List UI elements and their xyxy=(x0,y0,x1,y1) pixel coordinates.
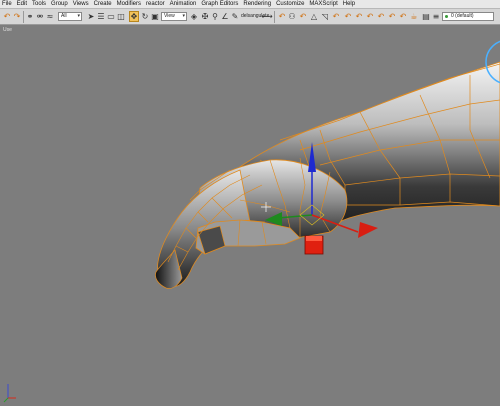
toolbar-separator xyxy=(274,11,275,23)
select-by-name-icon[interactable]: ☰ xyxy=(96,11,106,22)
select-arrow-icon[interactable]: ➤ xyxy=(86,11,96,22)
redo-icon[interactable]: ↷ xyxy=(12,11,22,22)
menu-item-edit[interactable]: Edit xyxy=(17,0,27,9)
menu-item-create[interactable]: Create xyxy=(94,0,112,9)
toolbar-separator xyxy=(23,11,24,23)
move-icon[interactable]: ✥ xyxy=(129,11,139,22)
menu-item-tools[interactable]: Tools xyxy=(32,0,46,9)
gizmo-x-arrow-icon[interactable] xyxy=(358,222,378,238)
triangle-tool-icon[interactable]: △ xyxy=(309,11,319,22)
window-crossing-icon[interactable]: ◫ xyxy=(116,11,126,22)
menu-item-modifiers[interactable]: Modifiers xyxy=(117,0,141,9)
menu-item-rendering[interactable]: Rendering xyxy=(243,0,271,9)
layer-name: 0 (default) xyxy=(451,13,474,19)
render-frame-icon[interactable]: ↶ xyxy=(343,11,353,22)
snap-icon[interactable]: ⚲ xyxy=(210,11,220,22)
rotate-icon[interactable]: ↻ xyxy=(140,11,150,22)
curve-editor-icon[interactable]: ↶ xyxy=(277,11,287,22)
scale-icon[interactable]: ▣ xyxy=(150,11,160,22)
perspective-viewport[interactable] xyxy=(0,25,500,406)
pivot-center-icon[interactable]: ◈ xyxy=(189,11,199,22)
menu-item-file[interactable]: File xyxy=(2,0,12,9)
render-setup-icon[interactable]: ↶ xyxy=(331,11,341,22)
material-editor-icon[interactable]: ↶ xyxy=(298,11,308,22)
layer-visible-icon xyxy=(445,15,448,18)
teapot-icon[interactable]: ☕ xyxy=(409,11,419,22)
quick-render-icon[interactable]: ↶ xyxy=(354,11,364,22)
unlink-icon[interactable]: ⚮ xyxy=(35,11,45,22)
mirror-icon[interactable]: ⟷ xyxy=(261,11,272,22)
layer-dropdown[interactable]: 0 (default) xyxy=(442,12,494,21)
effects-icon[interactable]: ↶ xyxy=(398,11,408,22)
angle-snap-icon[interactable]: ∠ xyxy=(220,11,230,22)
reference-coord-dropdown[interactable]: View xyxy=(161,12,187,21)
gizmo-plane-highlight xyxy=(306,236,322,241)
hand-mesh[interactable] xyxy=(155,61,500,289)
layer-manager-icon[interactable]: ▤ xyxy=(421,11,431,22)
world-axis-tripod-icon xyxy=(3,384,16,403)
layer-list-icon[interactable]: ≡ xyxy=(431,11,441,22)
selection-filter-dropdown[interactable]: All xyxy=(58,12,82,21)
menu-item-views[interactable]: Views xyxy=(73,0,89,9)
wire-tool-icon[interactable]: ◹ xyxy=(320,11,330,22)
menu-item-animation[interactable]: Animation xyxy=(170,0,197,9)
environment-icon[interactable]: ↶ xyxy=(387,11,397,22)
menu-item-graph-editors[interactable]: Graph Editors xyxy=(201,0,238,9)
undo-icon[interactable]: ↶ xyxy=(2,11,12,22)
select-manipulate-icon[interactable]: ✠ xyxy=(200,11,210,22)
bind-space-warp-icon[interactable]: ≈ xyxy=(45,11,55,22)
rectangular-selection-icon[interactable]: ▭ xyxy=(106,11,116,22)
menu-item-reactor[interactable]: reactor xyxy=(146,0,165,9)
link-icon[interactable]: ⚭ xyxy=(25,11,35,22)
menu-item-help[interactable]: Help xyxy=(343,0,355,9)
menu-bar: File Edit Tools Group Views Create Modifiers re… xyxy=(0,0,500,9)
activeshade-icon[interactable]: ↶ xyxy=(376,11,386,22)
schematic-view-icon[interactable]: ⚇ xyxy=(287,11,297,22)
render-last-icon[interactable]: ↶ xyxy=(365,11,375,22)
menu-item-maxscript[interactable]: MAXScript xyxy=(309,0,337,9)
menu-item-customize[interactable]: Customize xyxy=(276,0,304,9)
main-toolbar: ↶ ↷ ⚭ ⚮ ≈ All ➤ ☰ ▭ ◫ ✥ ↻ ▣ View ◈ ✠ ⚲ ∠… xyxy=(0,9,500,25)
menu-item-group[interactable]: Group xyxy=(51,0,68,9)
edit-named-selection-icon[interactable]: ✎ xyxy=(230,11,240,22)
